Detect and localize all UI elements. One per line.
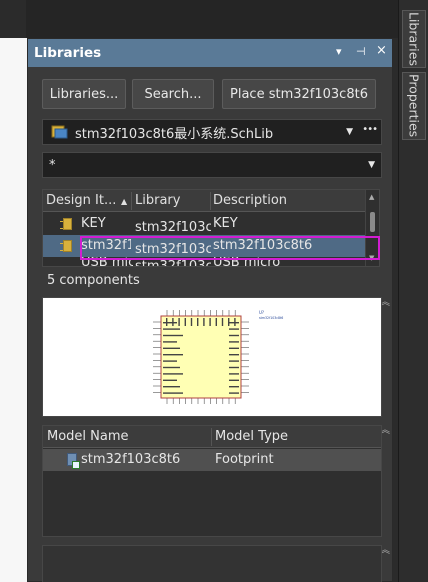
symbol-pin-label	[234, 318, 236, 326]
symbol-pin-label	[203, 318, 205, 326]
preview-part-name: stm32f103c8t6	[259, 316, 283, 320]
symbol-pin-label	[163, 360, 177, 362]
symbol-pin-label	[163, 347, 180, 349]
symbol-pin-label	[229, 379, 239, 381]
table-header: Design It... ▲ Library Description	[43, 190, 367, 212]
selection-highlight-box	[80, 236, 380, 260]
table-row[interactable]: KEY stm32f103c8t6最小系统.SchLib KEY	[43, 213, 367, 235]
model-details-area	[42, 545, 382, 582]
symbol-pin-label	[229, 334, 239, 337]
cell-library: stm32f103c8t6最小系统.SchLib	[135, 220, 211, 235]
symbol-preview: U? stm32f103c8t6	[42, 297, 382, 417]
symbol-pin-label	[229, 360, 239, 362]
symbol-pin-label	[197, 318, 199, 326]
symbol-pin-label	[229, 328, 239, 330]
sort-asc-icon: ▲	[121, 197, 128, 206]
column-header-description[interactable]: Description	[213, 193, 287, 208]
table-row-selected[interactable]: stm32f103c8t6 Footprint	[43, 449, 381, 471]
component-icon	[60, 240, 72, 252]
symbol-pin-label	[229, 354, 239, 356]
top-toolbar-strip	[0, 0, 398, 38]
symbol-pin-label	[163, 354, 183, 356]
symbol-pin-label	[229, 392, 239, 394]
filter-value: *	[49, 157, 56, 173]
library-select-value: stm32f103c8t6最小系统.SchLib	[75, 126, 274, 142]
preview-designator: U?	[259, 310, 264, 315]
models-table: Model Name Model Type stm32f103c8t6 Foot…	[42, 425, 382, 537]
column-divider	[211, 428, 212, 446]
symbol-pin-label	[229, 386, 239, 388]
top-notch	[0, 0, 26, 38]
close-icon[interactable]: ×	[376, 43, 387, 58]
symbol-pin-label	[229, 347, 239, 349]
symbol-pin-label	[163, 373, 183, 375]
column-header-model-type[interactable]: Model Type	[215, 429, 288, 444]
symbol-pin-label	[163, 341, 177, 343]
symbol-pin-label	[229, 366, 239, 369]
symbol-pin-label	[163, 322, 177, 324]
component-icon	[60, 218, 72, 230]
cell-model-type: Footprint	[215, 452, 274, 467]
tab-properties[interactable]: Properties	[402, 72, 426, 140]
symbol-pin-label	[221, 318, 224, 326]
libraries-button[interactable]: Libraries...	[42, 79, 126, 109]
column-header-design-item[interactable]: Design It...	[46, 193, 116, 208]
symbol-pin-label	[184, 318, 186, 326]
symbol-pin-label	[163, 328, 180, 330]
stm32-symbol-icon: U? stm32f103c8t6	[153, 310, 283, 404]
symbol-pin-label	[166, 318, 168, 326]
more-options-icon[interactable]: •••	[362, 124, 378, 135]
scroll-thumb[interactable]	[370, 212, 375, 232]
column-header-model-name[interactable]: Model Name	[47, 429, 129, 444]
column-header-library[interactable]: Library	[135, 193, 180, 208]
cell-model-name: stm32f103c8t6	[81, 452, 181, 467]
search-button[interactable]: Search...	[132, 79, 214, 109]
symbol-pin-label	[178, 318, 180, 326]
filter-input[interactable]: * ▼	[42, 152, 382, 178]
panel-title: Libraries	[34, 45, 102, 61]
symbol-pin-label	[172, 318, 174, 326]
symbol-pin-label	[229, 341, 239, 343]
column-divider	[131, 192, 132, 210]
panel-header: Libraries ▾ ⊣ ×	[28, 39, 392, 67]
symbol-pin-label	[209, 318, 211, 326]
column-divider	[210, 192, 211, 210]
component-count: 5 components	[47, 273, 140, 288]
chevron-down-icon[interactable]: ▼	[368, 160, 375, 170]
library-select[interactable]: stm32f103c8t6最小系统.SchLib ▼ •••	[42, 119, 382, 145]
schlib-icon	[51, 125, 68, 139]
symbol-pin-label	[190, 318, 193, 326]
pin-icon[interactable]: ⊣	[356, 45, 366, 58]
chevron-down-icon[interactable]: ▼	[346, 127, 353, 137]
symbol-pin-label	[163, 366, 180, 369]
symbol-pin-label	[163, 386, 180, 388]
cell-description: KEY	[213, 216, 238, 231]
symbol-pin-label	[163, 379, 177, 381]
table-header: Model Name Model Type	[43, 426, 381, 448]
place-button[interactable]: Place stm32f103c8t6	[222, 79, 376, 109]
symbol-pin-label	[215, 318, 217, 326]
symbol-pin-label	[163, 334, 183, 337]
document-area[interactable]	[0, 38, 27, 582]
footprint-icon	[67, 453, 80, 469]
side-panel-tab-bar: Libraries Properties	[398, 0, 428, 582]
tab-libraries[interactable]: Libraries	[402, 10, 426, 68]
libraries-panel: Libraries ▾ ⊣ × Libraries... Search... P…	[27, 38, 393, 582]
scroll-up-icon[interactable]: ▲	[369, 193, 374, 201]
symbol-pin-label	[229, 322, 239, 324]
symbol-pin-label	[229, 373, 239, 375]
panel-menu-icon[interactable]: ▾	[336, 45, 342, 58]
symbol-pin-label	[228, 318, 230, 326]
cell-design-item: KEY	[81, 216, 106, 231]
symbol-pin-label	[163, 392, 183, 394]
